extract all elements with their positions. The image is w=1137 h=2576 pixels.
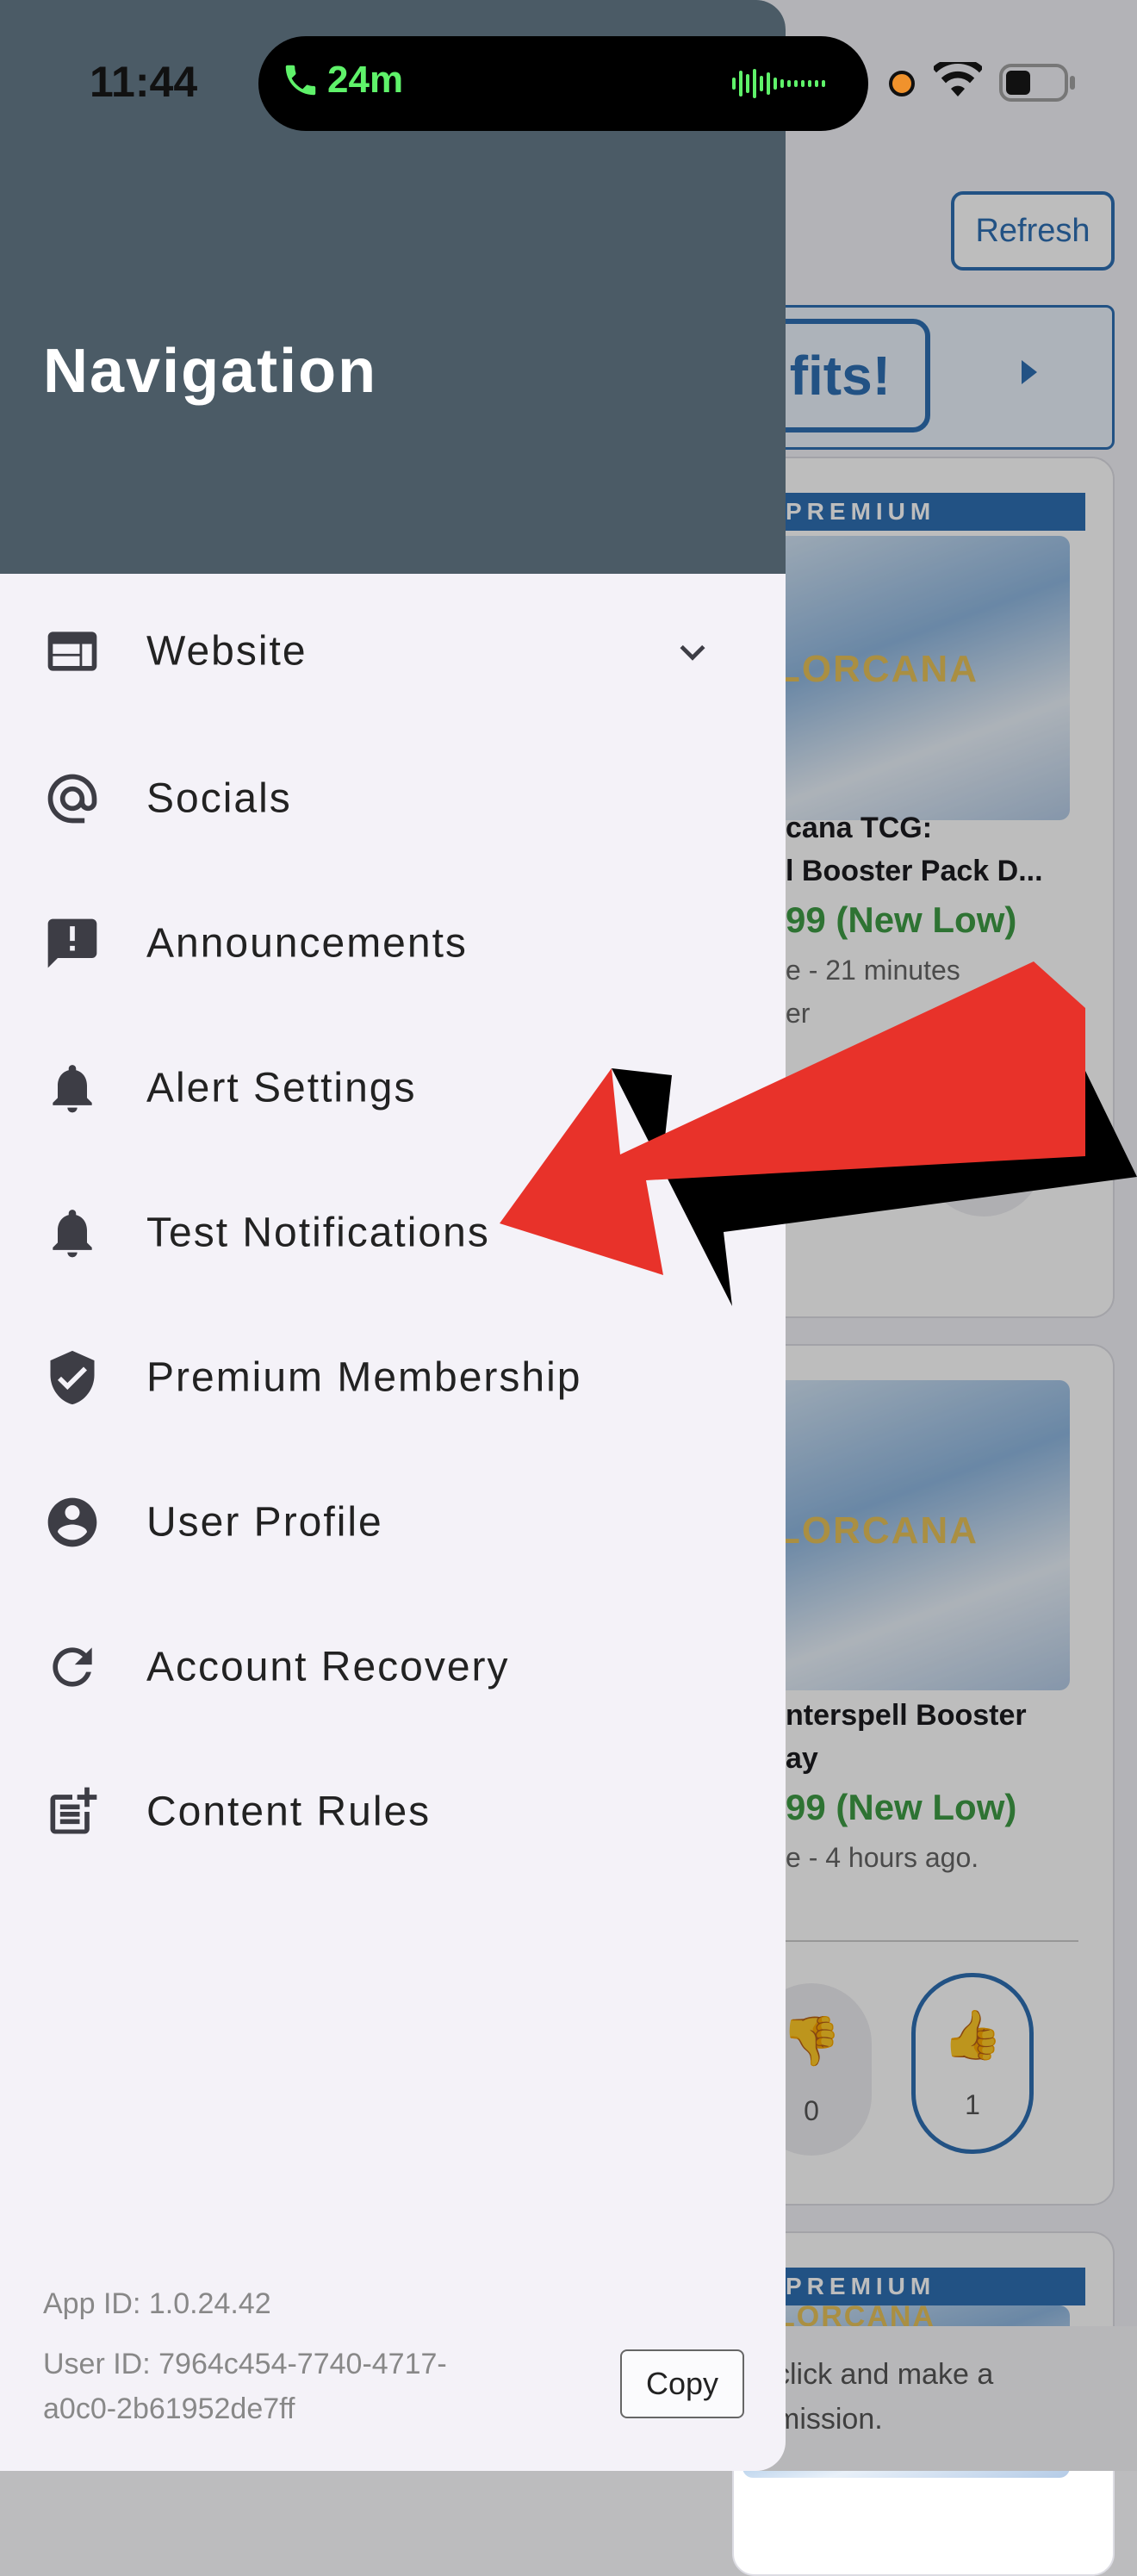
bell-icon	[53, 1065, 92, 1113]
nav-item-label: Announcements	[146, 920, 468, 967]
nav-item-label: Premium Membership	[146, 1354, 582, 1401]
nav-item-account-recovery[interactable]: Account Recovery	[0, 1595, 786, 1739]
call-duration: 24m	[327, 59, 404, 101]
refresh-icon	[53, 1647, 92, 1687]
drawer-title: Navigation	[43, 337, 378, 406]
nav-item-user-profile[interactable]: User Profile	[0, 1450, 786, 1595]
nav-item-label: Content Rules	[146, 1789, 432, 1835]
nav-item-socials[interactable]: Socials	[0, 726, 786, 871]
nav-item-website[interactable]: Website	[0, 579, 786, 724]
status-time: 11:44	[90, 58, 198, 106]
bell-icon	[53, 1210, 92, 1258]
phone-icon	[285, 65, 316, 96]
audio-waveform-icon	[732, 69, 825, 98]
app-id-text: App ID: 1.0.24.42	[43, 2287, 271, 2320]
at-sign-icon	[47, 774, 97, 824]
nav-item-label: Test Notifications	[146, 1210, 490, 1256]
nav-item-label: Account Recovery	[146, 1644, 510, 1690]
copy-button[interactable]: Copy	[620, 2349, 744, 2418]
nav-item-label: Socials	[146, 775, 292, 822]
shield-check-icon	[50, 1350, 95, 1405]
nav-item-label: Alert Settings	[146, 1065, 417, 1111]
user-id-text: a0c0-2b61952de7ff	[43, 2392, 295, 2425]
nav-item-label: User Profile	[146, 1499, 383, 1546]
announcement-icon	[47, 918, 97, 968]
post-add-icon	[50, 1787, 97, 1834]
nav-item-label: Website	[146, 628, 308, 675]
battery-icon	[999, 64, 1075, 102]
chevron-down-icon[interactable]	[674, 632, 711, 670]
wifi-icon	[934, 62, 982, 96]
privacy-indicator-dot	[889, 71, 915, 96]
nav-item-content-rules[interactable]: Content Rules	[0, 1739, 786, 1884]
account-circle-icon	[47, 1497, 97, 1547]
annotation-arrow-icon	[500, 961, 1137, 1306]
user-id-text: User ID: 7964c454-7740-4717-	[43, 2348, 447, 2380]
web-icon	[47, 632, 97, 671]
